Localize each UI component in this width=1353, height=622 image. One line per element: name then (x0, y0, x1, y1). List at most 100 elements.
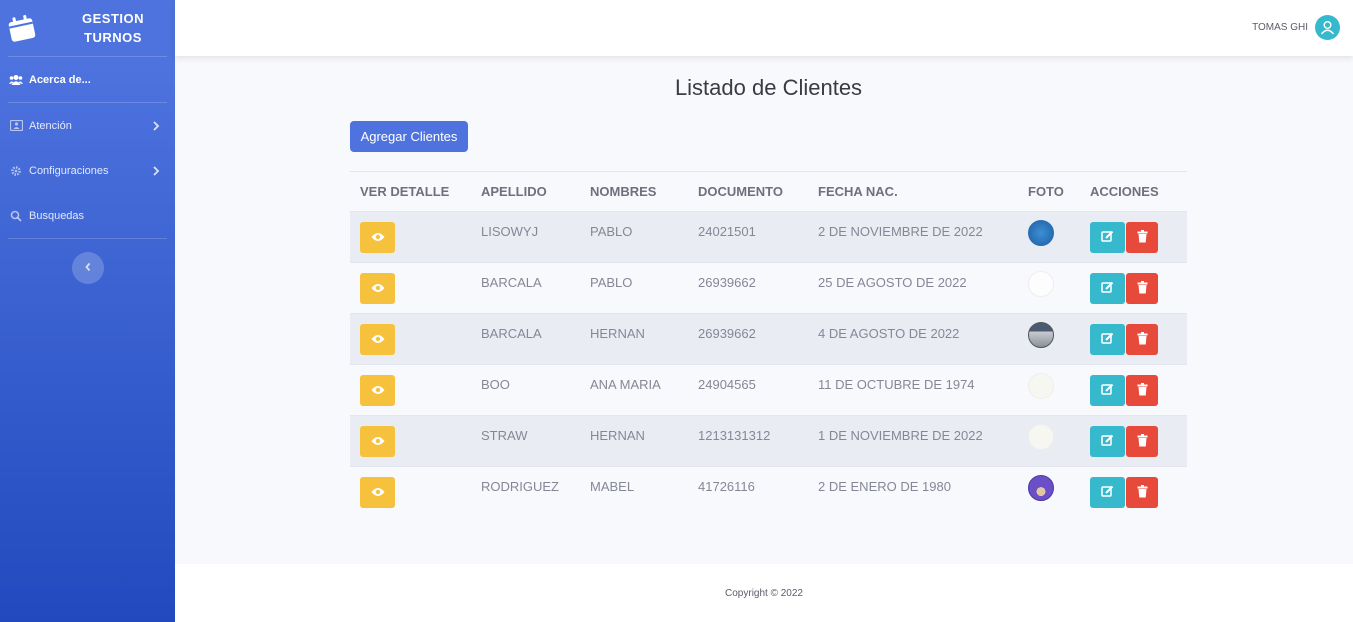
table-row: BARCALA HERNAN 26939662 4 DE AGOSTO DE 2… (350, 313, 1187, 365)
eye-icon (371, 485, 385, 500)
sidebar: GESTION TURNOS Acerca de... Atención Con… (0, 0, 175, 622)
table-row: RODRIGUEZ MABEL 41726116 2 DE ENERO DE 1… (350, 466, 1187, 518)
sidebar-item-atencion[interactable]: Atención (0, 103, 175, 148)
view-detail-button[interactable] (360, 273, 395, 304)
cell-nombres: ANA MARIA (590, 377, 661, 392)
cell-fecha-nac: 1 DE NOVIEMBRE DE 2022 (818, 428, 983, 443)
page-title: Listado de Clientes (674, 75, 863, 100)
eye-icon (371, 383, 385, 398)
cell-apellido: BARCALA (481, 275, 542, 290)
column-header-apellido: APELLIDO (481, 184, 547, 199)
column-header-foto: FOTO (1028, 184, 1064, 199)
user-menu[interactable]: TOMAS GHI (1252, 15, 1340, 40)
eye-icon (371, 230, 385, 245)
edit-button[interactable] (1090, 477, 1125, 508)
trash-icon (1137, 280, 1148, 297)
edit-button[interactable] (1090, 426, 1125, 457)
table-header-row: VER DETALLE APELLIDO NOMBRES DOCUMENTO F… (350, 171, 1187, 212)
edit-icon (1101, 485, 1114, 501)
brand-line1: GESTION (81, 11, 144, 26)
client-photo[interactable] (1028, 424, 1054, 450)
edit-button[interactable] (1090, 375, 1125, 406)
table-row: LISOWYJ PABLO 24021501 2 DE NOVIEMBRE DE… (350, 211, 1187, 263)
sidebar-item-configuraciones[interactable]: Configuraciones (0, 148, 175, 193)
cell-fecha-nac: 4 DE AGOSTO DE 2022 (818, 326, 960, 341)
edit-icon (1101, 230, 1114, 246)
column-header-nombres: NOMBRES (590, 184, 657, 199)
sidebar-toggle-button[interactable] (71, 252, 104, 284)
delete-button[interactable] (1126, 477, 1158, 508)
client-photo[interactable] (1028, 220, 1054, 246)
cell-documento: 24904565 (698, 377, 756, 392)
column-header-fecha-nac: FECHA NAC. (818, 184, 898, 199)
main-content: Listado de Clientes Agregar Clientes VER… (175, 56, 1353, 564)
cell-documento: 41726116 (698, 479, 755, 494)
delete-button[interactable] (1126, 273, 1158, 304)
view-detail-button[interactable] (360, 426, 395, 457)
delete-button[interactable] (1126, 324, 1158, 355)
brand-line2: TURNOS (84, 30, 142, 45)
edit-icon (1101, 383, 1114, 399)
cell-apellido: BOO (481, 377, 510, 392)
delete-button[interactable] (1126, 222, 1158, 253)
view-detail-button[interactable] (360, 477, 395, 508)
sidebar-item-label: Busquedas (29, 209, 85, 222)
cell-fecha-nac: 25 DE AGOSTO DE 2022 (818, 275, 967, 290)
calendar-icon (8, 14, 36, 42)
view-detail-button[interactable] (360, 375, 395, 406)
add-client-button[interactable]: Agregar Clientes (350, 121, 468, 152)
client-photo[interactable] (1028, 475, 1054, 501)
trash-icon (1137, 229, 1148, 246)
sidebar-item-busquedas[interactable]: Busquedas (0, 193, 175, 238)
edit-button[interactable] (1090, 324, 1125, 355)
delete-button[interactable] (1126, 426, 1158, 457)
edit-button[interactable] (1090, 222, 1125, 253)
table-row: BARCALA PABLO 26939662 25 DE AGOSTO DE 2… (350, 262, 1187, 314)
trash-icon (1137, 484, 1148, 501)
view-detail-button[interactable] (360, 222, 395, 253)
footer: Copyright © 2022 (175, 564, 1353, 622)
trash-icon (1137, 382, 1148, 399)
chevron-right-icon (151, 120, 161, 131)
sidebar-item-label: Acerca de... (29, 73, 91, 86)
sidebar-item-acerca[interactable]: Acerca de... (0, 57, 175, 102)
sidebar-divider (8, 238, 167, 239)
cell-documento: 26939662 (698, 275, 756, 290)
client-photo[interactable] (1028, 322, 1054, 348)
cell-fecha-nac: 2 DE ENERO DE 1980 (818, 479, 951, 494)
client-photo[interactable] (1028, 271, 1054, 297)
copyright-text: Copyright © 2022 (725, 587, 803, 599)
cell-apellido: STRAW (481, 428, 528, 443)
column-header-ver-detalle: VER DETALLE (360, 184, 450, 199)
topbar: TOMAS GHI (175, 0, 1353, 56)
client-photo[interactable] (1028, 373, 1054, 399)
sidebar-item-label: Atención (29, 119, 72, 132)
edit-icon (1101, 332, 1114, 348)
cell-nombres: PABLO (590, 224, 633, 239)
brand[interactable]: GESTION TURNOS (0, 0, 175, 56)
search-icon (9, 209, 23, 223)
cell-apellido: RODRIGUEZ (481, 479, 559, 494)
user-name: TOMAS GHI (1252, 22, 1308, 33)
cell-apellido: LISOWYJ (481, 224, 539, 239)
gear-icon (9, 164, 23, 178)
eye-icon (371, 434, 385, 449)
edit-icon (1101, 281, 1114, 297)
cell-documento: 24021501 (698, 224, 756, 239)
cell-nombres: HERNAN (590, 428, 645, 443)
edit-button[interactable] (1090, 273, 1125, 304)
delete-button[interactable] (1126, 375, 1158, 406)
eye-icon (371, 332, 385, 347)
table-row: BOO ANA MARIA 24904565 11 DE OCTUBRE DE … (350, 364, 1187, 416)
sidebar-item-label: Configuraciones (29, 164, 109, 177)
eye-icon (371, 281, 385, 296)
view-detail-button[interactable] (360, 324, 395, 355)
column-header-acciones: ACCIONES (1090, 184, 1159, 199)
cell-nombres: MABEL (590, 479, 635, 494)
trash-icon (1137, 331, 1148, 348)
clients-table: VER DETALLE APELLIDO NOMBRES DOCUMENTO F… (350, 171, 1187, 518)
user-icon (1315, 15, 1340, 40)
users-icon (9, 73, 23, 87)
cell-nombres: HERNAN (590, 326, 645, 341)
trash-icon (1137, 433, 1148, 450)
